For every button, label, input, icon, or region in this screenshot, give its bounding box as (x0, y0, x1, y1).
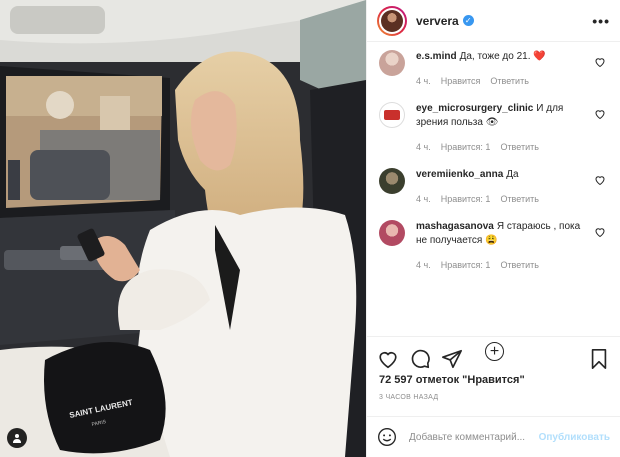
likes-count[interactable]: 72 597 отметок "Нравится" (379, 374, 525, 386)
tagged-users-button[interactable] (7, 428, 27, 448)
comment-likes-count[interactable]: Нравится: 1 (441, 192, 491, 206)
comment-reply-button[interactable]: Ответить (500, 258, 538, 272)
bookmark-save-icon[interactable] (588, 348, 610, 370)
comment-likes-count[interactable]: Нравится: 1 (441, 258, 491, 272)
heart-icon[interactable] (594, 174, 606, 186)
comment-reply-button[interactable]: Ответить (500, 140, 538, 154)
comment-item: mashagasanova Я стараюсь , пока не получа… (379, 220, 608, 272)
comment-avatar[interactable] (379, 102, 405, 128)
comment-reply-button[interactable]: Ответить (490, 74, 528, 88)
post-details-panel: ververa ✓ ••• e.s.mind Да, тоже до 21. ❤️… (366, 0, 620, 457)
comment-bubble-icon[interactable] (409, 348, 431, 370)
publish-button[interactable]: Опубликовать (539, 432, 610, 443)
post-photo[interactable]: SAINT LAURENT PARIS (0, 0, 366, 457)
comment-text: Да, тоже до 21. ❤️ (459, 51, 546, 62)
add-comment-bar: Опубликовать (367, 416, 620, 457)
comment-time[interactable]: 4 ч. (416, 74, 431, 88)
comment-time[interactable]: 4 ч. (416, 140, 431, 154)
comment-avatar[interactable] (379, 168, 405, 194)
comment-avatar[interactable] (379, 220, 405, 246)
comment-username[interactable]: eye_microsurgery_clinic (416, 103, 533, 114)
comment-time[interactable]: 4 ч. (416, 192, 431, 206)
comment-reply-button[interactable]: Ответить (500, 192, 538, 206)
comment-username[interactable]: veremiienko_anna (416, 169, 503, 180)
comment-username[interactable]: e.s.mind (416, 51, 457, 62)
author-avatar[interactable] (377, 5, 407, 36)
heart-icon[interactable] (594, 226, 606, 238)
author-username[interactable]: ververa (416, 14, 459, 28)
verified-badge-icon: ✓ (462, 15, 474, 26)
comments-list: e.s.mind Да, тоже до 21. ❤️ 4 ч. Нравится… (367, 42, 620, 361)
add-comment-input[interactable] (409, 431, 539, 443)
post-timestamp[interactable]: 3 ЧАСОВ НАЗАД (379, 394, 438, 401)
comment-item: veremiienko_anna Да 4 ч. Нравится: 1 Отве… (379, 168, 608, 206)
photo-illustration: SAINT LAURENT PARIS (0, 0, 366, 457)
person-icon (13, 434, 21, 443)
comment-likes-count[interactable]: Нравится: 1 (441, 140, 491, 154)
comment-like-button[interactable]: Нравится (441, 74, 481, 88)
post-header: ververa ✓ ••• (367, 0, 620, 42)
more-options-icon[interactable]: ••• (592, 13, 610, 29)
comment-time[interactable]: 4 ч. (416, 258, 431, 272)
comment-item: eye_microsurgery_clinic И для зрения поль… (379, 102, 608, 154)
comment-avatar[interactable] (379, 50, 405, 76)
heart-icon[interactable] (594, 56, 606, 68)
emoji-smile-icon[interactable] (377, 427, 397, 447)
comment-item: e.s.mind Да, тоже до 21. ❤️ 4 ч. Нравится… (379, 50, 608, 88)
comment-text: Да (506, 169, 519, 180)
like-heart-icon[interactable] (377, 348, 399, 370)
heart-icon[interactable] (594, 108, 606, 120)
share-send-icon[interactable] (441, 348, 463, 370)
comment-username[interactable]: mashagasanova (416, 221, 494, 232)
